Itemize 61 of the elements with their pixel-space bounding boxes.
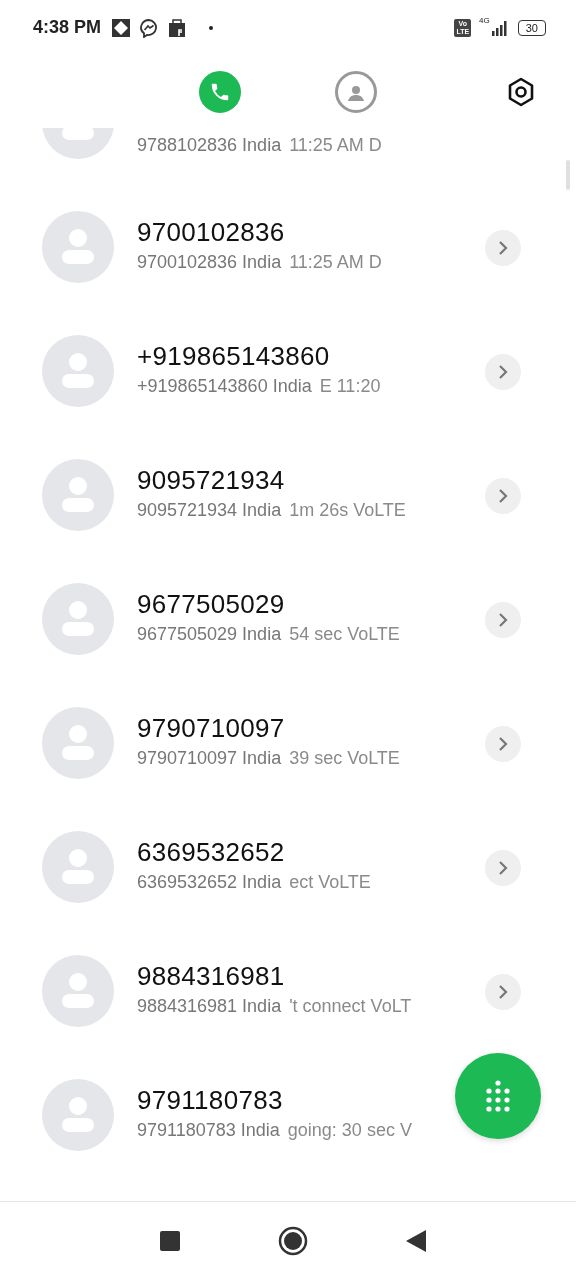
home-button[interactable] [278,1226,308,1256]
avatar-icon [42,1079,114,1151]
call-info: 11:25 AM D [289,134,382,157]
call-detail: 6369532652 India [137,871,282,894]
battery-indicator: 30 [517,19,546,36]
avatar-icon [42,335,114,407]
call-detail: 9700102836 India [137,251,282,274]
status-time: 4:38 PM [33,17,102,38]
avatar-icon [42,955,114,1027]
chevron-icon [497,984,509,1000]
details-button[interactable] [485,478,521,514]
chevron-icon [497,612,509,628]
details-button[interactable] [485,726,521,762]
chevron-icon [497,364,509,380]
messenger-icon [139,17,160,38]
network-label: 4G [479,16,490,25]
call-info: 54 sec VoLTE [289,623,400,646]
shopping-bag-icon [167,17,188,38]
back-button[interactable] [406,1230,426,1252]
notification-icon [111,17,132,38]
call-info: 11:25 AM D [289,251,382,274]
avatar-icon [42,459,114,531]
call-detail: 9788102836 India [137,134,282,157]
call-info: going: 30 sec V [287,1119,412,1142]
dot-icon [209,25,214,30]
phone-number: 9884316981 [137,961,286,991]
phone-number: 9095721934 [137,465,286,495]
call-detail: 9095721934 India [137,499,282,522]
avatar-icon [42,707,114,779]
calls-tab[interactable] [199,70,241,113]
call-detail: 9677505029 India [137,623,282,646]
dialpad-button[interactable] [455,1053,541,1139]
call-info: 39 sec VoLTE [289,747,400,770]
chevron-icon [497,860,509,876]
avatar-icon [42,211,114,283]
call-detail: +919865143860 India [137,375,312,398]
phone-number: 9791180783 [137,1085,284,1115]
chevron-icon [497,736,509,752]
call-info: ect VoLTE [289,871,371,894]
call-info: E 11:20 [319,375,381,398]
contacts-tab[interactable] [335,70,377,113]
call-detail: 9884316981 India [137,995,282,1018]
call-detail: 9790710097 India [137,747,282,770]
details-button[interactable] [485,602,521,638]
call-info: 1m 26s VoLTE [289,499,406,522]
details-button[interactable] [485,230,521,266]
phone-number: 9790710097 [137,713,286,743]
phone-number: 6369532652 [137,837,286,867]
details-button[interactable] [485,354,521,390]
phone-number: 9700102836 [137,217,286,247]
details-button[interactable] [485,850,521,886]
signal-icon [489,19,510,36]
avatar-icon [42,831,114,903]
chevron-icon [497,240,509,256]
call-detail: 9791180783 India [137,1119,280,1142]
avatar-icon [42,583,114,655]
phone-number: 9677505029 [137,589,286,619]
phone-number: +919865143860 [137,341,331,371]
call-info: 't connect VoLT [289,995,412,1018]
chevron-icon [497,488,509,504]
details-button[interactable] [485,974,521,1010]
